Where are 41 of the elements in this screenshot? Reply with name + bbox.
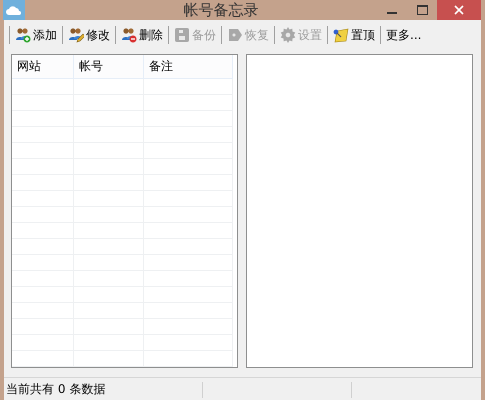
table-cell	[74, 351, 144, 367]
table-cell	[12, 175, 74, 191]
table-cell	[74, 79, 144, 95]
users-pencil-icon	[68, 27, 84, 43]
column-header[interactable]: 帐号	[74, 55, 144, 79]
table-cell	[12, 271, 74, 287]
close-icon	[454, 5, 464, 15]
table-cell	[12, 159, 74, 175]
table-cell	[12, 111, 74, 127]
maximize-icon	[416, 5, 428, 15]
status-text: 当前共有 0 条数据	[5, 381, 106, 398]
table-cell	[12, 223, 74, 239]
table-cell	[12, 351, 74, 367]
delete-button[interactable]: 删除	[118, 24, 166, 46]
add-button[interactable]: 添加	[12, 24, 60, 46]
gear-icon	[280, 27, 296, 43]
minimize-icon	[387, 12, 397, 14]
column-header[interactable]: 备注	[144, 55, 233, 79]
table-cell	[12, 255, 74, 271]
table-cell	[12, 335, 74, 351]
table-cell	[12, 207, 74, 223]
table-cell	[12, 95, 74, 111]
cloud-icon	[3, 0, 25, 20]
table-cell	[12, 79, 74, 95]
restore-icon	[227, 27, 243, 43]
table-cell	[12, 303, 74, 319]
table-cell	[12, 319, 74, 335]
pin-note-icon	[333, 27, 349, 43]
more-button[interactable]: 更多...	[383, 24, 424, 46]
window-title: 帐号备忘录	[182, 0, 260, 20]
pin-button[interactable]: 置顶	[330, 24, 378, 46]
column-header[interactable]: 网站	[12, 55, 74, 79]
table-cell	[12, 191, 74, 207]
table-cell	[12, 143, 74, 159]
users-add-icon	[15, 27, 31, 43]
table-cell	[12, 127, 74, 143]
edit-button[interactable]: 修改	[65, 24, 113, 46]
table-cell	[12, 287, 74, 303]
users-minus-icon	[121, 27, 137, 43]
close-button[interactable]	[437, 0, 481, 20]
table-cell	[12, 239, 74, 255]
